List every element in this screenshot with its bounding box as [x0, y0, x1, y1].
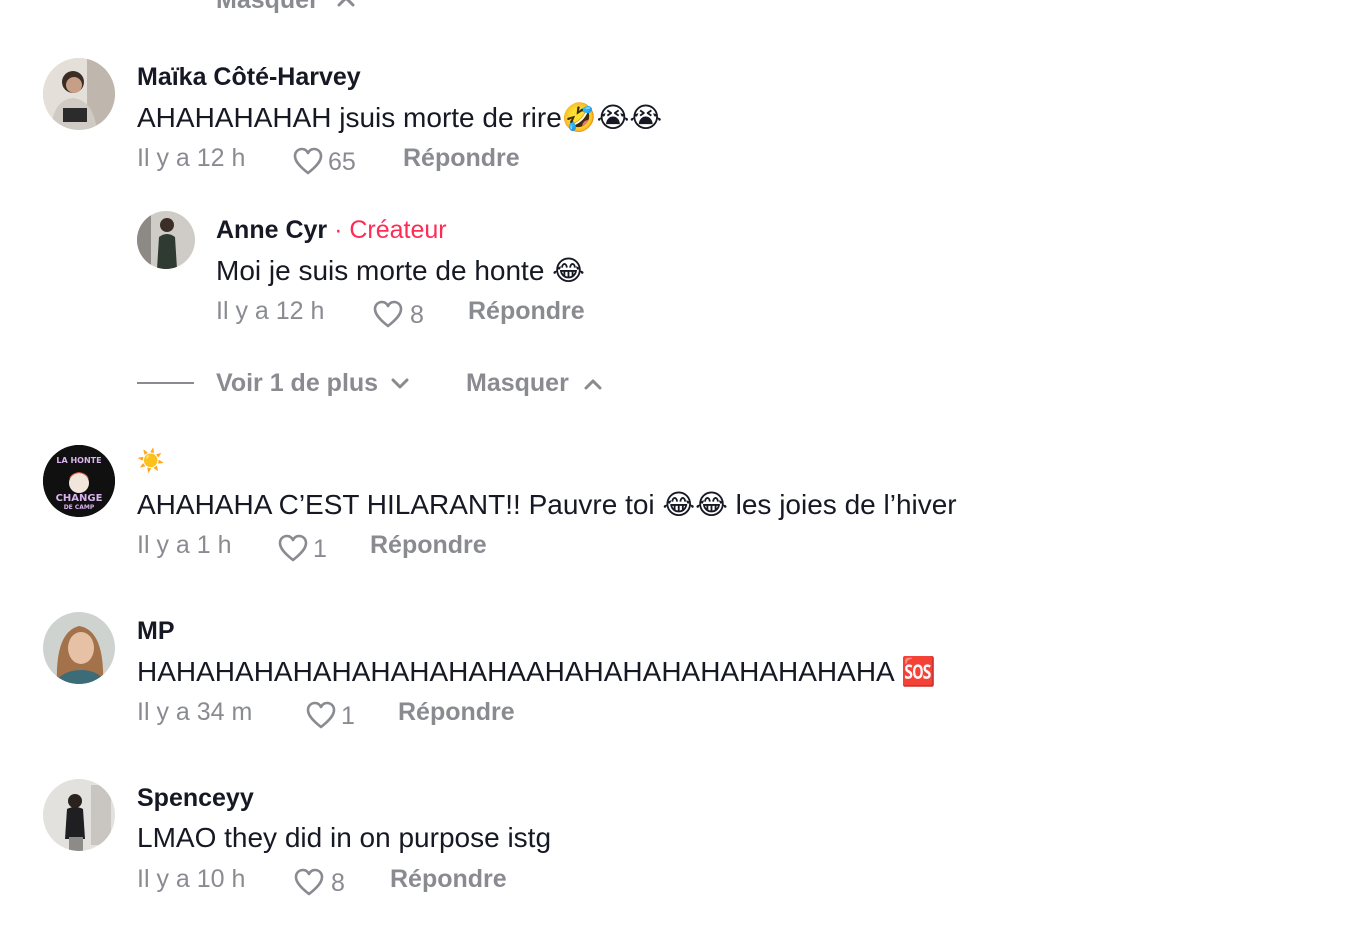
comment-author[interactable]: Spenceyy — [137, 784, 254, 813]
like-count: 65 — [328, 148, 356, 176]
comment-author[interactable]: Maïka Côté-Harvey — [137, 63, 361, 92]
like-count: 8 — [410, 301, 424, 329]
avatar[interactable] — [43, 58, 115, 130]
comment-text: AHAHAHA C’EST HILARANT!! Pauvre toi 😂😂 l… — [137, 489, 957, 520]
heart-icon — [306, 701, 336, 728]
like-count: 1 — [313, 535, 327, 563]
avatar-photo — [43, 58, 115, 130]
heart-icon — [293, 147, 323, 174]
comment-author[interactable]: MP — [137, 617, 175, 646]
comment-time: Il y a 10 h — [137, 865, 246, 893]
heart-icon — [373, 300, 403, 327]
like-button[interactable]: 1 — [277, 531, 327, 564]
comment-text: Moi je suis morte de honte 😂 — [216, 255, 585, 286]
avatar-logo: LA HONTE CHANGE DE CAMP — [43, 445, 115, 517]
like-count: 8 — [331, 869, 345, 897]
comment-text: HAHAHAHAHAHAHAHAHAHAAHAHAHAHAHAHAHAHAHA … — [137, 656, 936, 687]
comment-time: Il y a 34 m — [137, 698, 253, 726]
reply-button[interactable]: Répondre — [390, 865, 507, 894]
creator-badge: · Créateur — [334, 216, 447, 244]
comment-text: AHAHAHAHAH jsuis morte de rire🤣😭😭 — [137, 102, 663, 133]
heart-icon — [294, 868, 324, 895]
view-more-replies-button[interactable]: Voir 1 de plus — [216, 369, 410, 398]
chevron-down-icon — [391, 378, 409, 388]
heart-icon — [278, 534, 308, 561]
comment-author[interactable]: Anne Cyr — [216, 216, 327, 244]
avatar-logo-line1: LA HONTE — [56, 456, 101, 465]
avatar-photo — [43, 612, 115, 684]
avatar-logo-line2: CHANGE — [56, 493, 103, 504]
chevron-up-icon — [337, 0, 355, 7]
like-button[interactable]: 65 — [292, 144, 356, 177]
thread-divider — [137, 382, 194, 384]
reply-author-line: Anne Cyr · Créateur — [216, 216, 447, 245]
chevron-up-icon — [584, 379, 602, 389]
view-more-label: Voir 1 de plus — [216, 369, 379, 397]
like-count: 1 — [341, 702, 355, 730]
hide-label: Masquer — [466, 369, 569, 397]
hide-replies-button-top[interactable]: Masquer — [216, 0, 356, 15]
avatar[interactable] — [137, 211, 195, 269]
hide-label: Masquer — [216, 0, 319, 14]
comment-time: Il y a 12 h — [216, 297, 325, 325]
comment-author[interactable]: ☀️ — [137, 449, 164, 474]
avatar[interactable]: LA HONTE CHANGE DE CAMP — [43, 445, 115, 517]
comment-time: Il y a 1 h — [137, 531, 232, 559]
reply-button[interactable]: Répondre — [398, 698, 515, 727]
like-button[interactable]: 1 — [305, 698, 355, 731]
like-button[interactable]: 8 — [293, 865, 345, 898]
hide-replies-button[interactable]: Masquer — [466, 369, 603, 398]
avatar[interactable] — [43, 612, 115, 684]
reply-button[interactable]: Répondre — [468, 297, 585, 326]
comment-text: LMAO they did in on purpose istg — [137, 822, 552, 853]
reply-button[interactable]: Répondre — [403, 144, 520, 173]
like-button[interactable]: 8 — [372, 297, 424, 330]
reply-button[interactable]: Répondre — [370, 531, 487, 560]
avatar[interactable] — [43, 779, 115, 851]
comment-time: Il y a 12 h — [137, 144, 246, 172]
avatar-photo — [43, 779, 115, 851]
avatar-photo — [137, 211, 195, 269]
avatar-logo-line3: DE CAMP — [64, 504, 95, 511]
